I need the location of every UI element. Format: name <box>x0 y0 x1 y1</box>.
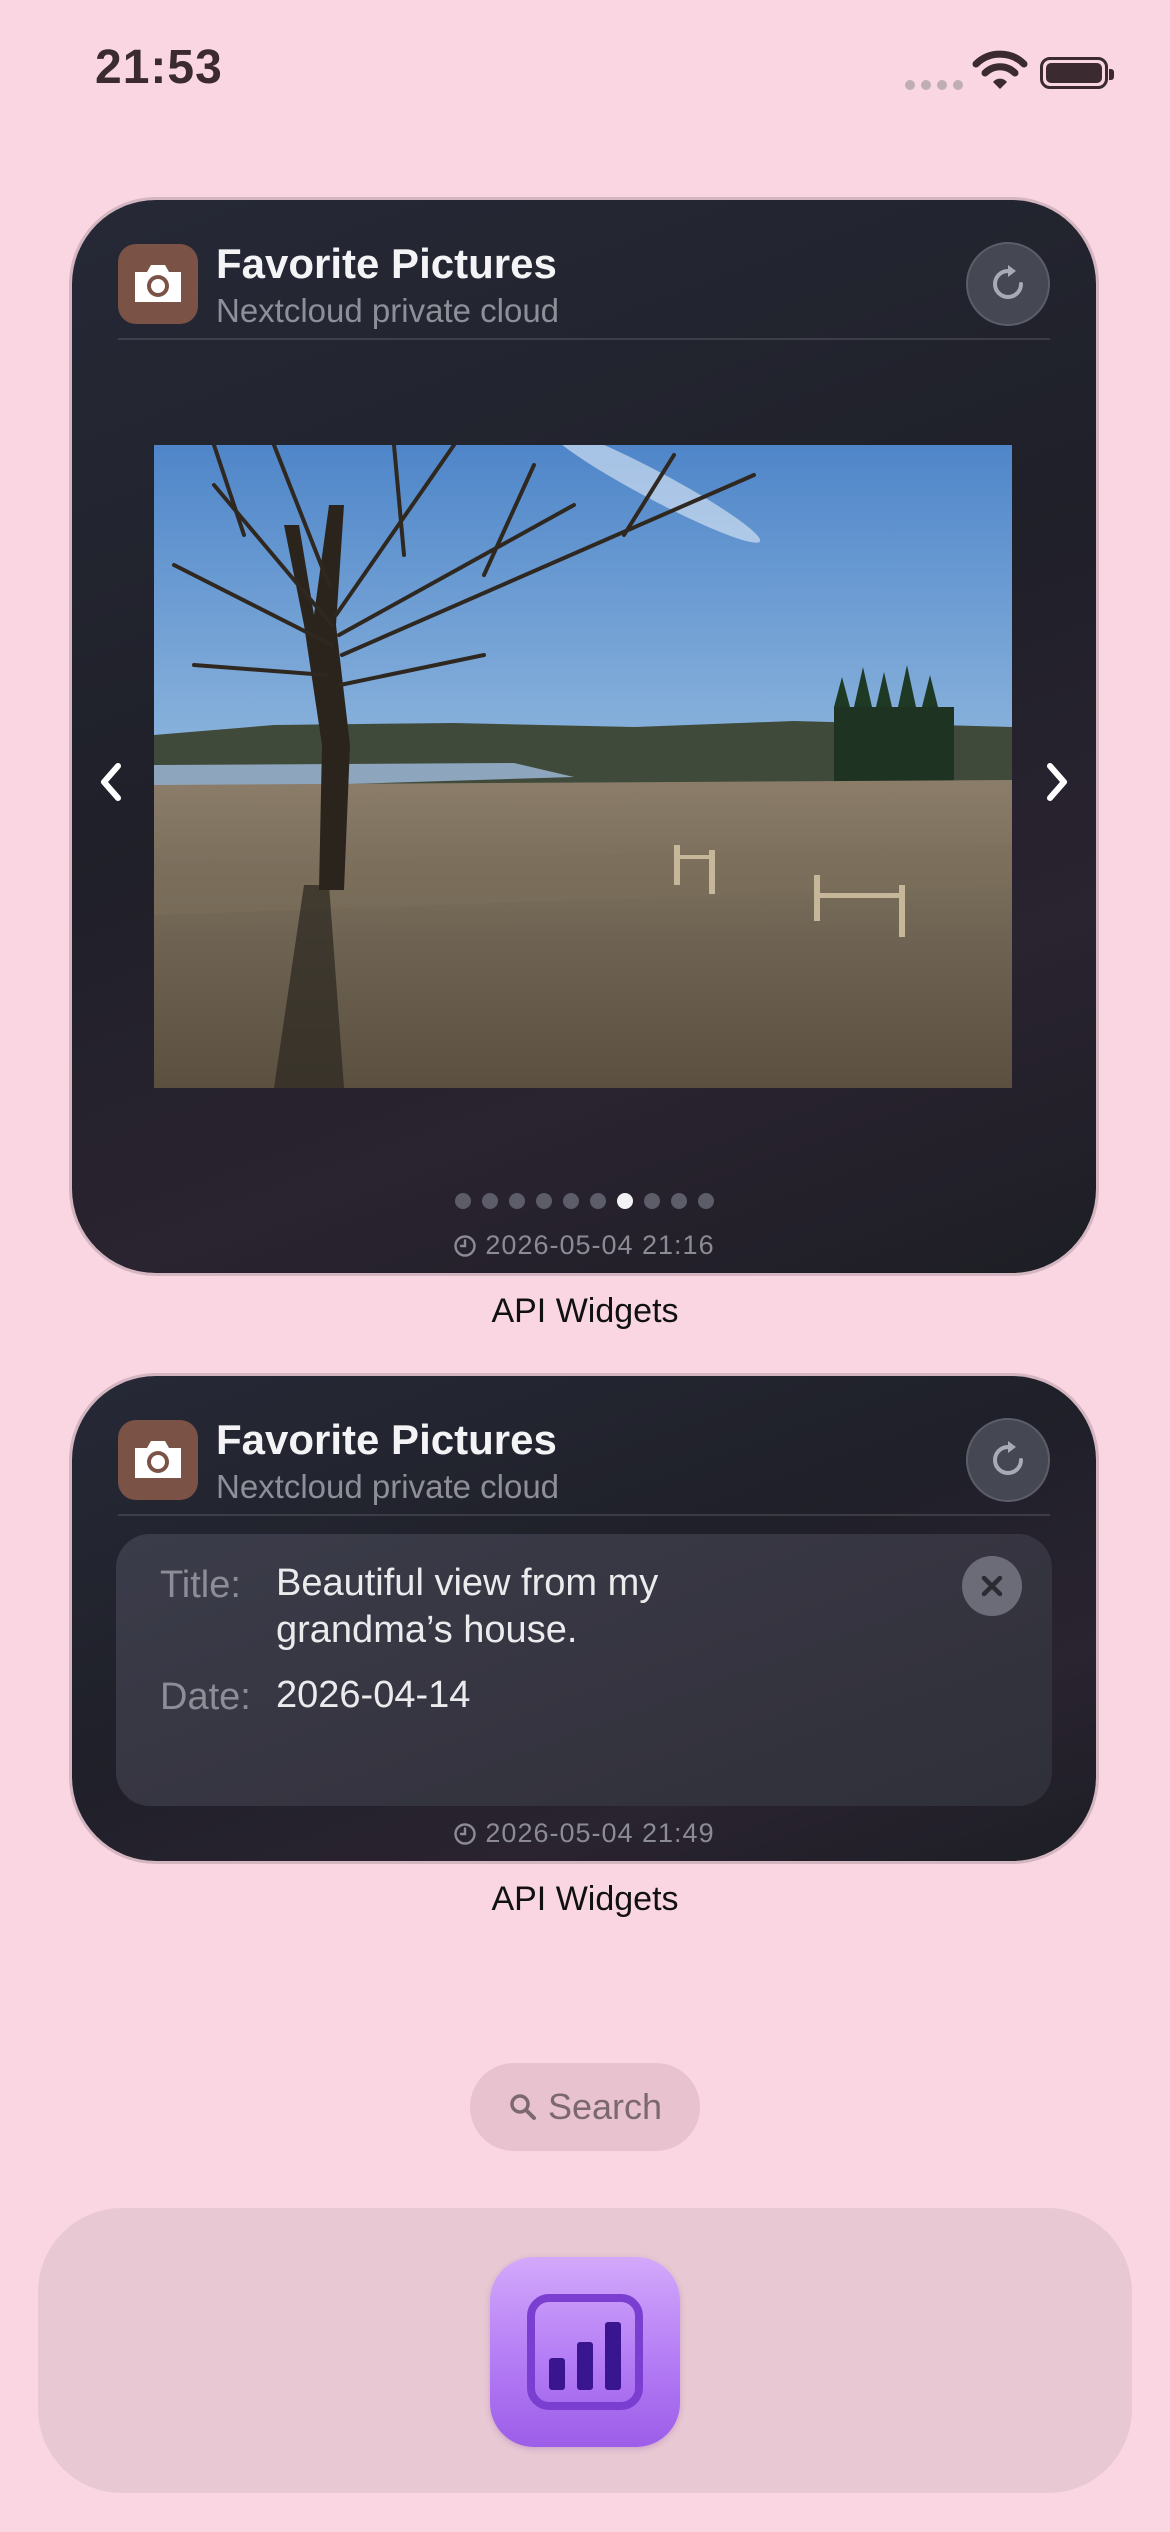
widget-subtitle: Nextcloud private cloud <box>216 1468 560 1505</box>
bar-chart-icon <box>527 2294 643 2410</box>
close-details-button[interactable] <box>962 1556 1022 1616</box>
search-label: Search <box>547 2086 663 2127</box>
date-value: 2026-04-14 <box>276 1674 471 1716</box>
widget-title: Favorite Pictures <box>216 240 557 287</box>
next-photo-button[interactable] <box>1042 760 1072 809</box>
previous-photo-button[interactable] <box>96 760 126 809</box>
date-label: Date: <box>160 1676 251 1718</box>
favorite-pictures-widget-carousel[interactable]: Favorite Pictures Nextcloud private clou… <box>72 200 1096 1273</box>
page-dot[interactable] <box>481 1193 498 1209</box>
widget-title: Favorite Pictures <box>216 1416 557 1463</box>
page-dot[interactable] <box>697 1193 714 1209</box>
search-icon <box>510 2094 536 2120</box>
timestamp-text: 2026-05-04 21:49 <box>485 1818 715 1848</box>
page-dot[interactable] <box>562 1193 579 1209</box>
page-dot[interactable] <box>589 1193 606 1209</box>
page-dot[interactable] <box>454 1193 471 1209</box>
wifi-icon <box>972 50 1028 97</box>
widget-header: Favorite Pictures Nextcloud private clou… <box>118 1416 1050 1516</box>
refresh-button[interactable] <box>966 1418 1050 1502</box>
widget-caption: API Widgets <box>491 1292 679 1330</box>
widget-caption: API Widgets <box>491 1880 679 1918</box>
camera-icon <box>118 244 198 324</box>
last-updated: 2026-05-04 21:49 <box>72 1818 1096 1849</box>
dock-app-api-widgets[interactable] <box>490 2257 680 2447</box>
battery-icon <box>1040 57 1114 89</box>
page-dot[interactable] <box>643 1193 660 1209</box>
search-button[interactable]: Search <box>470 2063 700 2151</box>
chevron-left-icon <box>101 763 121 801</box>
page-indicator[interactable] <box>72 1193 1096 1209</box>
timestamp-text: 2026-05-04 21:16 <box>485 1230 715 1260</box>
clock-icon <box>454 1235 477 1257</box>
favorite-photo[interactable] <box>154 445 1012 1088</box>
title-value-line2: grandma’s house. <box>276 1609 578 1651</box>
last-updated: 2026-05-04 21:16 <box>72 1230 1096 1261</box>
page-dot[interactable] <box>508 1193 525 1209</box>
camera-icon <box>118 1420 198 1500</box>
photo-details-card: Title: Beautiful view from my grandma’s … <box>116 1534 1052 1806</box>
cellular-signal-icon <box>905 80 963 90</box>
clock-icon <box>454 1823 477 1845</box>
favorite-pictures-widget-details[interactable]: Favorite Pictures Nextcloud private clou… <box>72 1376 1096 1861</box>
chevron-right-icon <box>1047 763 1067 801</box>
page-dot-active[interactable] <box>616 1193 633 1209</box>
title-value-line1: Beautiful view from my <box>276 1562 659 1604</box>
refresh-button[interactable] <box>966 242 1050 326</box>
page-dot[interactable] <box>535 1193 552 1209</box>
widget-subtitle: Nextcloud private cloud <box>216 292 560 329</box>
page-dot[interactable] <box>670 1193 687 1209</box>
widget-header: Favorite Pictures Nextcloud private clou… <box>118 240 1050 340</box>
status-time: 21:53 <box>95 41 223 94</box>
refresh-icon <box>993 1441 1023 1475</box>
title-label: Title: <box>160 1564 241 1606</box>
refresh-icon <box>993 265 1023 299</box>
close-icon <box>981 1575 1003 1597</box>
